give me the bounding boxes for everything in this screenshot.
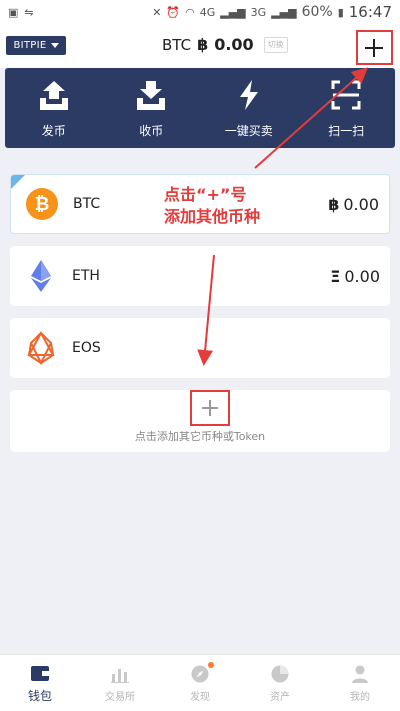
coin-balance-value: 0.00 (343, 194, 379, 214)
bitcoin-icon: ₿ (17, 187, 67, 221)
nav-discover[interactable]: 发现 (160, 655, 240, 711)
balance-unit: BTC (162, 35, 192, 54)
header: BITPIE BTC ฿ 0.00 切换 (0, 24, 400, 68)
coin-symbol: ฿ (328, 194, 340, 214)
bottom-nav: 钱包 交易所 发现 资产 我的 (0, 654, 400, 711)
nav-wallet[interactable]: 钱包 (0, 655, 80, 711)
svg-text:₿: ₿ (35, 194, 50, 215)
chart-icon (111, 668, 129, 683)
battery-level: 60% (301, 4, 333, 20)
send-icon (37, 78, 71, 116)
signal-icon-2: ▂▄▆ (271, 5, 297, 19)
eos-icon (16, 331, 66, 365)
coin-balance: Ξ 0.00 (330, 267, 380, 286)
alarm-icon: ⏰ (166, 5, 181, 19)
annotation-line-1: 点击“+”号 (164, 185, 247, 204)
wallet-name: BITPIE (13, 40, 47, 51)
coin-balance-value: 0.00 (344, 266, 380, 286)
highlight-frame (190, 390, 230, 426)
coin-symbol: Ξ (330, 266, 341, 286)
coin-name: BTC (73, 196, 101, 212)
annotation-text: 点击“+”号 添加其他币种 (164, 184, 260, 228)
image-icon: ▣ (8, 5, 19, 19)
user-icon (352, 665, 368, 683)
network-3g-label: 3G (250, 5, 267, 19)
action-bar: 发币 收币 一键买卖 扫一扫 (5, 68, 395, 148)
receive-icon (134, 78, 168, 116)
signal-icon: ▂▄▆ (220, 5, 246, 19)
battery-icon: ▮ (337, 5, 344, 19)
coin-name: EOS (72, 340, 101, 356)
nav-profile[interactable]: 我的 (320, 655, 400, 711)
mute-icon: ✕ (152, 5, 162, 19)
wallet-icon (31, 665, 49, 681)
balance-value: 0.00 (214, 35, 254, 54)
coin-row-eth[interactable]: ETH Ξ 0.00 (10, 246, 390, 306)
ethereum-icon (16, 259, 66, 293)
lightning-icon (232, 78, 266, 116)
scan-icon (329, 78, 363, 116)
usb-icon: ⇋ (24, 5, 34, 19)
caret-down-icon (50, 43, 59, 48)
action-scan[interactable]: 扫一扫 (306, 78, 386, 139)
pie-chart-icon (271, 665, 289, 682)
annotation-line-2: 添加其他币种 (164, 207, 261, 226)
coin-row-eos[interactable]: EOS (10, 318, 390, 378)
compass-icon (191, 665, 209, 682)
coin-balance: ฿ 0.00 (328, 195, 379, 214)
clock: 16:47 (348, 3, 392, 21)
selected-corner-mark (11, 175, 25, 189)
coin-name: ETH (72, 268, 100, 284)
action-send[interactable]: 发币 (14, 78, 94, 139)
nav-exchange[interactable]: 交易所 (80, 655, 160, 711)
nav-assets[interactable]: 资产 (240, 655, 320, 711)
add-coin-label: 点击添加其它币种或Token (134, 430, 266, 443)
status-bar: ▣ ⇋ ✕ ⏰ ◠ 4G ▂▄▆ 3G ▂▄▆ 60% ▮ 16:47 (0, 0, 400, 24)
action-receive[interactable]: 收币 (111, 78, 191, 139)
total-balance: BTC ฿ 0.00 切换 (162, 35, 288, 54)
add-coin-card[interactable]: 点击添加其它币种或Token (10, 390, 390, 452)
highlight-frame (356, 30, 393, 65)
notification-dot (208, 662, 214, 668)
wallet-selector[interactable]: BITPIE (6, 36, 66, 55)
wifi-icon: ◠ (185, 5, 195, 19)
switch-unit-button[interactable]: 切换 (263, 36, 288, 53)
bitcoin-symbol: ฿ (197, 35, 209, 54)
action-quick-trade[interactable]: 一键买卖 (209, 78, 289, 139)
network-4g-label: 4G (199, 5, 216, 19)
